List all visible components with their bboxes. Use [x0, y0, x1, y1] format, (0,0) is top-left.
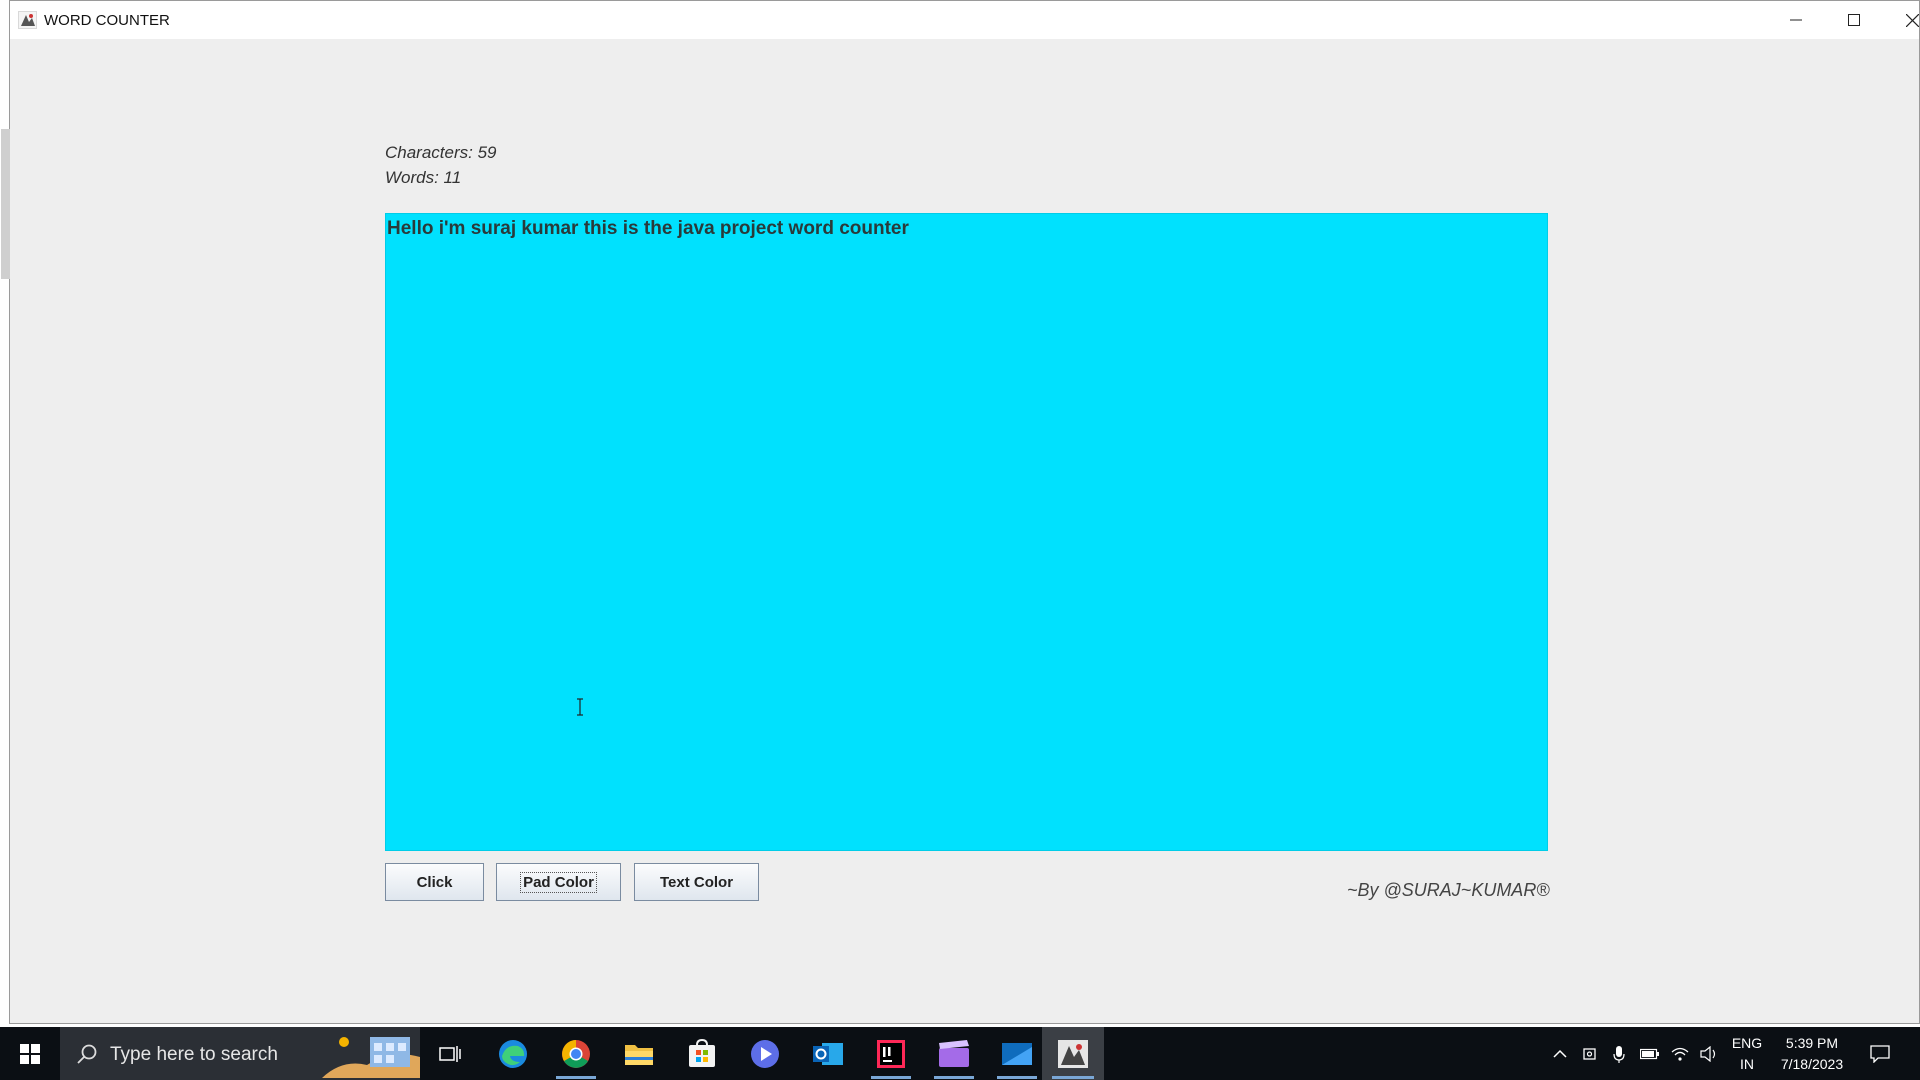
- microsoft-store-taskbar-button[interactable]: [672, 1027, 732, 1080]
- app-window: WORD COUNTER Characters: 59 Words: 11 He…: [1, 0, 1920, 1024]
- java-app-taskbar-icon: [1058, 1039, 1088, 1068]
- show-hidden-icons-button[interactable]: [1546, 1027, 1574, 1080]
- store-icon: [689, 1038, 715, 1067]
- click-button[interactable]: Click: [385, 863, 484, 901]
- text-pad-area[interactable]: Hello i'm suraj kumar this is the java p…: [385, 213, 1548, 851]
- task-view-button[interactable]: [420, 1027, 480, 1080]
- notifications-button[interactable]: [1860, 1027, 1900, 1080]
- notification-icon: [1870, 1044, 1890, 1063]
- start-button[interactable]: [0, 1027, 60, 1080]
- text-color-button-label: Text Color: [659, 873, 734, 891]
- battery-icon: [1640, 1048, 1659, 1059]
- microphone-icon: [1613, 1045, 1625, 1063]
- input-language-button[interactable]: ENG IN: [1726, 1027, 1768, 1080]
- outlook-taskbar-button[interactable]: [798, 1027, 858, 1080]
- camera-icon: [1583, 1047, 1596, 1060]
- mail-taskbar-button[interactable]: [987, 1027, 1047, 1080]
- play-icon: [751, 1039, 779, 1068]
- clock-date: 7/18/2023: [1780, 1055, 1844, 1072]
- chrome-icon: [562, 1039, 590, 1068]
- characters-count-label: Characters: 59: [385, 143, 497, 162]
- search-highlight-illustration-icon: [322, 1029, 420, 1078]
- chevron-up-icon: [1553, 1049, 1567, 1058]
- edge-icon: [499, 1039, 527, 1068]
- maximize-button[interactable]: [1825, 1, 1883, 39]
- windows-logo-icon: [20, 1043, 40, 1064]
- folder-icon: [625, 1044, 653, 1065]
- task-view-icon: [439, 1045, 461, 1062]
- clock-button[interactable]: 5:39 PM 7/18/2023: [1770, 1027, 1854, 1080]
- click-button-label: Click: [416, 873, 453, 891]
- clapperboard-icon: [939, 1039, 969, 1067]
- intellij-icon: [877, 1039, 905, 1068]
- battery-tray-button[interactable]: [1636, 1027, 1664, 1080]
- chrome-taskbar-button[interactable]: [546, 1027, 606, 1080]
- pad-color-button-label: Pad Color: [520, 871, 597, 893]
- video-app-taskbar-button[interactable]: [735, 1027, 795, 1080]
- speaker-icon: [1700, 1045, 1716, 1062]
- maximize-icon: [1848, 14, 1860, 26]
- pad-color-button[interactable]: Pad Color: [496, 863, 621, 901]
- microphone-tray-button[interactable]: [1607, 1027, 1631, 1080]
- search-icon: [77, 1044, 97, 1064]
- text-pad-content: Hello i'm suraj kumar this is the java p…: [387, 218, 909, 239]
- mail-icon: [1002, 1042, 1032, 1065]
- taskbar-search-box[interactable]: Type here to search: [60, 1027, 420, 1080]
- file-explorer-taskbar-button[interactable]: [609, 1027, 669, 1080]
- clock-time: 5:39 PM: [1785, 1034, 1839, 1051]
- intellij-taskbar-button[interactable]: [861, 1027, 921, 1080]
- text-cursor-icon: [577, 698, 583, 716]
- search-placeholder: Type here to search: [110, 1044, 278, 1065]
- network-tray-button[interactable]: [1667, 1027, 1693, 1080]
- clipchamp-taskbar-button[interactable]: [924, 1027, 984, 1080]
- window-title: WORD COUNTER: [44, 12, 170, 29]
- wifi-icon: [1671, 1047, 1689, 1061]
- taskbar: Type here to search ENG IN 5:39 PM 7/18/…: [0, 1027, 1920, 1080]
- background-window-edge: [1, 129, 10, 279]
- minimize-button[interactable]: [1767, 1, 1825, 39]
- edge-taskbar-button[interactable]: [483, 1027, 543, 1080]
- text-color-button[interactable]: Text Color: [634, 863, 759, 901]
- outlook-icon: [813, 1042, 843, 1065]
- java-app-taskbar-button[interactable]: [1042, 1027, 1104, 1080]
- close-icon: [1905, 13, 1919, 27]
- minimize-icon: [1790, 19, 1802, 21]
- close-button[interactable]: [1883, 1, 1920, 39]
- language-code: ENG: [1731, 1034, 1763, 1051]
- language-region: IN: [1740, 1055, 1754, 1072]
- title-bar[interactable]: WORD COUNTER: [10, 1, 1919, 39]
- volume-tray-button[interactable]: [1696, 1027, 1722, 1080]
- words-count-label: Words: 11: [385, 168, 462, 187]
- author-byline: ~By @SURAJ~KUMAR®: [1347, 880, 1550, 900]
- meet-now-tray-button[interactable]: [1578, 1027, 1604, 1080]
- java-app-icon: [18, 11, 37, 29]
